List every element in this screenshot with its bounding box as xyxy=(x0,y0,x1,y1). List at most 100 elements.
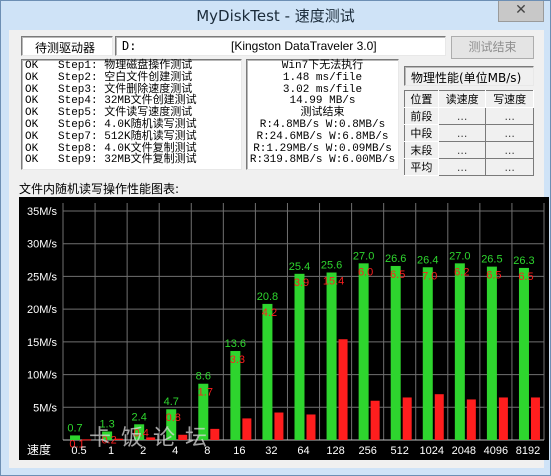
read-bar xyxy=(454,263,465,440)
read-value-label: 26.4 xyxy=(417,254,438,266)
read-value-label: 2.4 xyxy=(132,411,147,423)
read-value-label: 0.7 xyxy=(67,422,82,434)
write-bar xyxy=(306,414,316,440)
write-value-label: 6.0 xyxy=(358,266,373,278)
write-value-label: 1.7 xyxy=(198,387,213,399)
perf-row: 前段...... xyxy=(404,107,534,125)
result-lines: Win7下无法执行 1.48 ms/file 3.02 ms/file 14.99 M… xyxy=(247,60,398,167)
chart-label: 文件内随机读写操作性能图表: xyxy=(19,182,180,196)
write-bar xyxy=(370,400,380,440)
read-bar xyxy=(358,263,369,440)
perf-row-label: 中段 xyxy=(404,124,439,142)
read-bar xyxy=(326,272,337,440)
y-tick-label: 10M/s xyxy=(27,370,57,382)
read-value-label: 25.6 xyxy=(321,260,342,272)
write-value-label: 15.4 xyxy=(323,276,344,288)
step-line: OK Step7: 512K随机读写测试 xyxy=(25,130,197,143)
step-lines: OK Step1: 物理磁盘操作测试 OK Step2: 空白文件创建测试 OK S… xyxy=(25,60,197,167)
write-value-label: 7.0 xyxy=(422,270,437,282)
perf-write-value: ... xyxy=(485,107,534,125)
step-line: OK Step9: 32MB文件复制测试 xyxy=(25,154,197,167)
write-value-label: 0.8 xyxy=(166,412,181,424)
watermark: 卡饭论坛 xyxy=(89,426,217,451)
y-tick-label: 20M/s xyxy=(27,304,57,316)
read-value-label: 27.0 xyxy=(449,250,470,262)
write-bar xyxy=(338,339,348,440)
x-tick-label: 1024 xyxy=(420,445,444,457)
perf-write-value: ... xyxy=(485,124,534,142)
x-tick-label: 16 xyxy=(233,445,245,457)
app-window: MyDiskTest - 速度测试 ✕ 待测驱动器 D: [Kingston D… xyxy=(0,0,551,476)
write-value-label: 3.3 xyxy=(230,354,245,366)
x-tick-label: 64 xyxy=(297,445,309,457)
read-bar xyxy=(518,267,529,440)
result-line: R:4.8MB/s W:0.8MB/s xyxy=(259,118,386,131)
title-bar[interactable]: MyDiskTest - 速度测试 ✕ xyxy=(1,1,550,29)
write-value-label: 3.9 xyxy=(294,277,309,289)
perf-title: 物理性能(单位MB/s) xyxy=(411,71,522,85)
read-bar xyxy=(390,265,401,440)
write-value-label: 6.5 xyxy=(390,269,405,281)
x-tick-label: 2048 xyxy=(452,445,476,457)
read-value-label: 20.8 xyxy=(257,291,278,303)
x-axis-label: 速度 xyxy=(27,442,51,457)
perf-row-label: 末段 xyxy=(404,141,439,159)
perf-row: 中段...... xyxy=(404,124,534,142)
x-tick-label: 32 xyxy=(265,445,277,457)
close-button[interactable]: ✕ xyxy=(498,1,544,22)
step-line: OK Step2: 空白文件创建测试 xyxy=(25,71,193,84)
window-title: MyDiskTest - 速度测试 xyxy=(196,7,355,25)
step-line: OK Step6: 4.0K随机读写测试 xyxy=(25,118,197,131)
result-line: R:24.6MB/s W:6.8MB/s xyxy=(256,130,389,143)
perf-title-box: 物理性能(单位MB/s) xyxy=(404,66,534,86)
write-bar xyxy=(274,412,284,440)
read-value-label: 26.6 xyxy=(385,253,406,265)
perf-read-value: ... xyxy=(437,107,487,125)
read-value-label: 27.0 xyxy=(353,250,374,262)
perf-table: 位置 读速度 写速度 前段...... 中段...... 末段...... 平均...… xyxy=(404,90,534,176)
write-value-label: 4.2 xyxy=(262,307,277,319)
perf-header-write: 写速度 xyxy=(485,90,534,108)
read-bar xyxy=(422,267,433,440)
read-value-label: 13.6 xyxy=(225,338,246,350)
y-tick-label: 35M/s xyxy=(27,206,57,218)
read-bar xyxy=(262,303,273,440)
read-value-label: 8.6 xyxy=(196,371,211,383)
perf-header-row: 位置 读速度 写速度 xyxy=(404,90,534,108)
result-line: 1.48 ms/file xyxy=(282,71,363,84)
step-list: OK Step1: 物理磁盘操作测试 OK Step2: 空白文件创建测试 OK S… xyxy=(21,59,242,170)
perf-row-label: 前段 xyxy=(404,107,439,125)
perf-read-value: ... xyxy=(437,158,487,176)
perf-header-position: 位置 xyxy=(404,90,439,108)
perf-read-value: ... xyxy=(437,124,487,142)
result-list: Win7下无法执行 1.48 ms/file 3.02 ms/file 14.99 M… xyxy=(246,59,399,170)
x-tick-label: 4096 xyxy=(484,445,508,457)
y-tick-label: 15M/s xyxy=(27,337,57,349)
drive-info-box: D: [Kingston DataTraveler 3.0] xyxy=(115,36,446,56)
read-value-label: 26.5 xyxy=(481,254,502,266)
read-value-label: 26.3 xyxy=(513,255,534,267)
finish-test-button[interactable]: 测试结束 xyxy=(451,36,534,59)
perf-row-label: 平均 xyxy=(404,158,439,176)
write-value-label: 6.2 xyxy=(454,266,469,278)
x-tick-label: 0.5 xyxy=(71,445,86,457)
perf-write-value: ... xyxy=(485,158,534,176)
write-bar xyxy=(434,394,444,440)
drive-letter: D: xyxy=(122,39,137,53)
drive-label-box: 待测驱动器 xyxy=(21,36,113,56)
y-tick-label: 30M/s xyxy=(27,239,57,251)
x-tick-label: 8192 xyxy=(516,445,540,457)
x-tick-label: 128 xyxy=(326,445,344,457)
x-tick-label: 512 xyxy=(391,445,409,457)
result-line: R:319.8MB/s W:6.00MB/s xyxy=(249,154,396,167)
y-tick-label: 25M/s xyxy=(27,271,57,283)
write-bar xyxy=(466,399,476,440)
write-bar xyxy=(242,418,252,440)
drive-name: [Kingston DataTraveler 3.0] xyxy=(231,39,377,53)
write-bar xyxy=(530,397,540,440)
chart: 5M/s 10M/s 15M/s 20M/s 25M/s 30M/s 35M/s 速度 0.7 0… xyxy=(19,197,549,460)
perf-row: 平均...... xyxy=(404,158,534,176)
write-value-label: 6.5 xyxy=(518,271,533,283)
write-bar xyxy=(498,397,508,440)
x-tick-label: 256 xyxy=(358,445,376,457)
